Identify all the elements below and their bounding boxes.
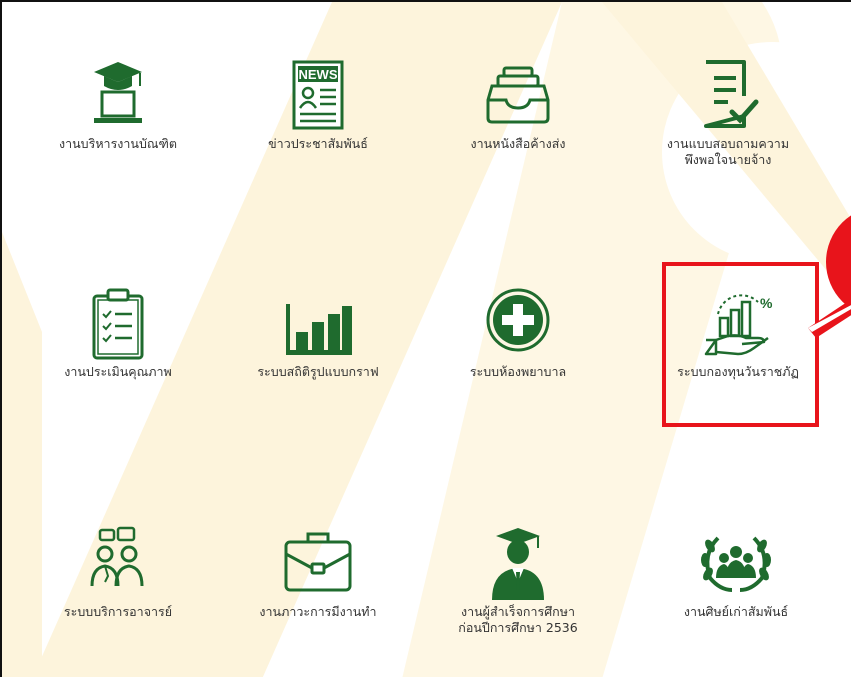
tile-label: ระบบบริการอาจารย์ bbox=[63, 604, 173, 619]
tile-label: งานประเมินคุณภาพ bbox=[64, 364, 172, 379]
tile-infirmary[interactable]: ระบบห้องพยาบาล bbox=[418, 284, 618, 380]
tile-label: งานบริหารงานบัณฑิต bbox=[59, 136, 177, 151]
news-icon-text: NEWS bbox=[299, 67, 338, 82]
tile-alumni-relations[interactable]: งานศิษย์เก่าสัมพันธ์ bbox=[636, 524, 836, 620]
medical-cross-icon bbox=[486, 288, 550, 352]
briefcase-icon bbox=[284, 532, 352, 592]
checklist-document-icon bbox=[704, 60, 759, 128]
tile-quality-assessment[interactable]: งานประเมินคุณภาพ bbox=[18, 284, 218, 380]
tile-employer-survey[interactable]: งานแบบสอบถามความ พึงพอใจนายจ้าง bbox=[628, 56, 828, 168]
tile-label: ข่าวประชาสัมพันธ์ bbox=[268, 136, 368, 151]
tile-graduates-before-2536[interactable]: งานผู้สำเร็จการศึกษา ก่อนปีการศึกษา 2536 bbox=[418, 524, 618, 636]
clipboard-checklist-icon bbox=[92, 288, 144, 360]
tile-statistics-graph[interactable]: ระบบสถิติรูปแบบกราฟ bbox=[218, 284, 418, 380]
tile-news[interactable]: NEWS ข่าวประชาสัมพันธ์ bbox=[218, 56, 418, 152]
tile-label: งานหนังสือค้างส่ง bbox=[470, 136, 566, 151]
bar-chart-icon bbox=[286, 304, 352, 355]
app-menu-panel: งานบริหารงานบัณฑิต NEWS ข่าวประชาสัมพันธ… bbox=[0, 0, 851, 677]
consultation-icon bbox=[90, 526, 144, 587]
inbox-tray-icon bbox=[486, 66, 550, 124]
graduate-laptop-icon bbox=[94, 62, 142, 123]
alumni-laurel-icon bbox=[701, 536, 771, 592]
tile-employment-status[interactable]: งานภาวะการมีงานทำ bbox=[218, 524, 418, 620]
tile-pending-documents[interactable]: งานหนังสือค้างส่ง bbox=[418, 56, 618, 152]
graduate-person-icon bbox=[492, 528, 544, 600]
tile-graduate-admin[interactable]: งานบริหารงานบัณฑิต bbox=[18, 56, 218, 152]
tile-label: งานผู้สำเร็จการศึกษา ก่อนปีการศึกษา 2536 bbox=[458, 604, 578, 635]
highlight-box bbox=[662, 262, 819, 427]
tile-label: งานศิษย์เก่าสัมพันธ์ bbox=[683, 604, 789, 619]
tile-label: งานแบบสอบถามความ พึงพอใจนายจ้าง bbox=[666, 136, 790, 167]
tile-label: งานภาวะการมีงานทำ bbox=[259, 604, 377, 619]
tile-label: ระบบห้องพยาบาล bbox=[469, 364, 567, 379]
tile-teacher-services[interactable]: ระบบบริการอาจารย์ bbox=[18, 524, 218, 620]
tile-label: ระบบสถิติรูปแบบกราฟ bbox=[257, 364, 379, 379]
news-icon: NEWS bbox=[292, 60, 344, 130]
